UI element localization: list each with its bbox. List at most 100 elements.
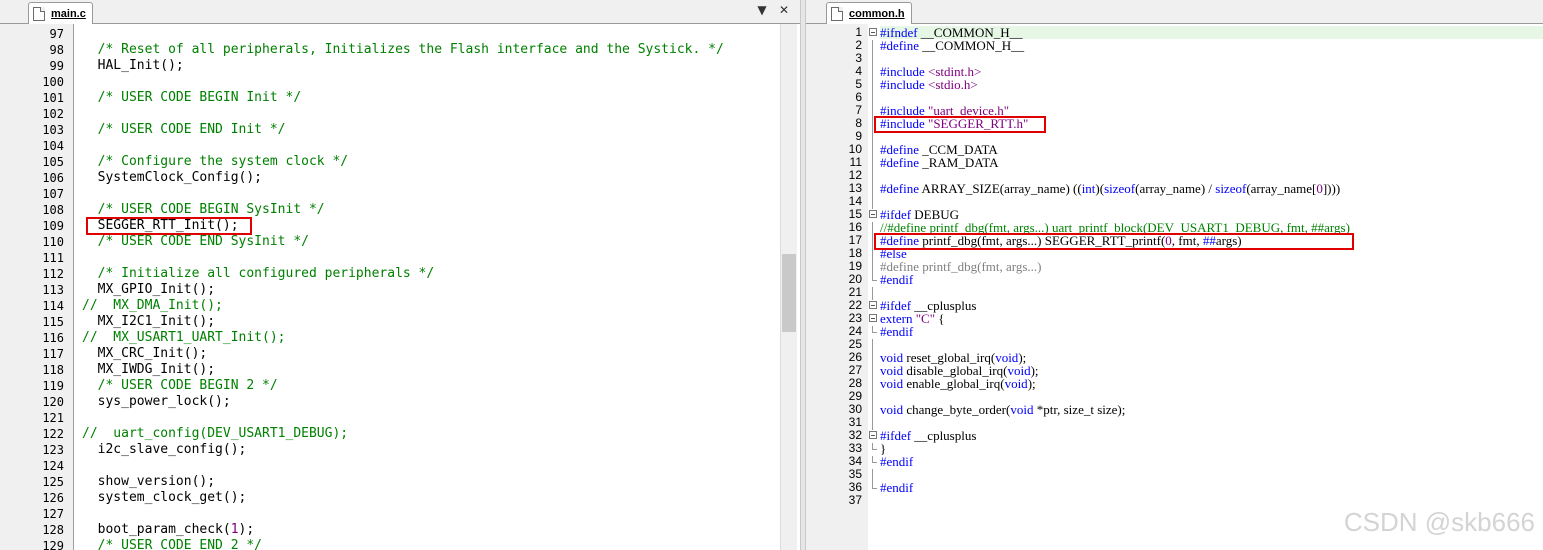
line-text: #define __COMMON_H__ (880, 39, 1024, 52)
line-number: 1 (855, 25, 862, 39)
code-line[interactable]: 122 // uart_config(DEV_USART1_DEBUG); (42, 426, 780, 442)
code-line[interactable]: 100 (42, 74, 780, 90)
code-line[interactable]: 112 /* Initialize all configured periphe… (42, 266, 780, 282)
code-line[interactable]: 113 MX_GPIO_Init(); (42, 282, 780, 298)
line-number: 129 (42, 539, 64, 550)
code-token: /* Configure the system clock */ (82, 154, 349, 169)
code-line[interactable]: 104 (42, 138, 780, 154)
code-line[interactable]: 119 /* USER CODE BEGIN 2 */ (42, 378, 780, 394)
code-token: /* USER CODE BEGIN Init */ (82, 90, 302, 105)
line-text (74, 506, 82, 522)
code-line[interactable]: 34 #endif (806, 454, 1543, 469)
fold-collapse-icon[interactable] (869, 430, 878, 441)
fold-end-icon (869, 482, 878, 493)
code-line[interactable]: 36 #endif (806, 481, 1543, 495)
code-area-main-c[interactable]: 97 98 /* Reset of all peripherals, Initia… (42, 26, 780, 550)
code-line[interactable]: 116 // MX_USART1_UART_Init(); (42, 330, 780, 346)
line-number: 100 (42, 75, 64, 89)
highlight-box-include-rtt (874, 116, 1046, 133)
tab-label: main.c (51, 7, 86, 20)
line-number: 105 (42, 155, 64, 169)
code-line[interactable]: 11 #define _RAM_DATA (806, 155, 1543, 170)
fold-guide (869, 391, 878, 404)
code-line[interactable]: 115 MX_I2C1_Init(); (42, 314, 780, 330)
code-line[interactable]: 124 (42, 458, 780, 474)
code-line[interactable]: 107 (42, 186, 780, 202)
code-line[interactable]: 24 #endif (806, 325, 1543, 339)
code-line[interactable]: 105 /* Configure the system clock */ (42, 154, 780, 170)
line-text: /* USER CODE END Init */ (74, 122, 286, 138)
vertical-scrollbar[interactable] (780, 24, 797, 550)
code-area-common-h[interactable]: 1 #ifndef __COMMON_H__ 2 #define __COMMON_H… (806, 26, 1543, 507)
code-line[interactable]: 128 boot_param_check(1); (42, 522, 780, 538)
highlight-box-define-printf (874, 233, 1354, 250)
code-token: HAL_Init(); (82, 58, 184, 73)
line-text: void enable_global_irq(void); (880, 377, 1036, 390)
tab-common-h[interactable]: common.h (826, 2, 912, 24)
code-line[interactable]: 114 // MX_DMA_Init(); (42, 298, 780, 314)
code-line[interactable]: 13 #define ARRAY_SIZE(array_name) ((int)(… (806, 181, 1543, 196)
code-token: sizeof (1215, 181, 1247, 196)
fold-collapse-icon[interactable] (869, 27, 878, 38)
code-line[interactable]: 102 (42, 106, 780, 122)
scrollbar-thumb[interactable] (782, 254, 796, 332)
code-line[interactable]: 99 HAL_Init(); (50, 58, 780, 74)
tab-label: common.h (849, 7, 905, 20)
code-line[interactable]: 32 #ifdef __cplusplus (806, 429, 1543, 443)
code-line[interactable]: 127 (42, 506, 780, 522)
close-icon[interactable]: ✕ (776, 3, 792, 17)
code-line[interactable]: 125 show_version(); (42, 474, 780, 490)
line-text: #include <stdio.h> (880, 78, 978, 91)
fold-end-mark (872, 456, 877, 463)
fold-guide (869, 222, 878, 235)
code-token: *ptr, size_t size); (1033, 402, 1126, 417)
file-icon (831, 6, 843, 21)
line-number: 6 (855, 90, 862, 104)
code-line[interactable]: 120 sys_power_lock(); (42, 394, 780, 410)
highlight-box-rtt-init (86, 217, 252, 235)
line-text: void change_byte_order(void *ptr, size_t… (880, 403, 1125, 416)
code-token: SystemClock_Config(); (82, 170, 263, 185)
code-line[interactable]: 111 (42, 250, 780, 266)
fold-collapse-icon[interactable] (869, 209, 878, 220)
fold-guide (869, 287, 878, 300)
code-line[interactable]: 108 /* USER CODE BEGIN SysInit */ (42, 202, 780, 218)
code-line[interactable]: 35 (806, 468, 1543, 482)
code-line[interactable]: 110 /* USER CODE END SysInit */ (42, 234, 780, 250)
code-line[interactable]: 103 /* USER CODE END Init */ (42, 122, 780, 138)
code-line[interactable]: 28 void enable_global_irq(void); (806, 377, 1543, 391)
fold-collapse-icon[interactable] (869, 300, 878, 311)
minus-box-icon (869, 431, 877, 439)
code-line[interactable]: 98 /* Reset of all peripherals, Initiali… (50, 42, 780, 58)
code-line[interactable]: 30 void change_byte_order(void *ptr, size… (806, 403, 1543, 417)
code-line[interactable]: 5 #include <stdio.h> (806, 78, 1543, 92)
code-token: #endif (880, 454, 914, 469)
code-token: #define (880, 155, 919, 170)
code-line[interactable]: 19 #define printf_dbg(fmt, args...) (806, 260, 1543, 274)
chevron-down-icon[interactable]: ▼ (754, 3, 770, 17)
line-text: boot_param_check(1); (74, 522, 255, 538)
code-line[interactable]: 20 #endif (806, 273, 1543, 287)
line-number: 101 (42, 91, 64, 105)
code-line[interactable]: 2 #define __COMMON_H__ (806, 39, 1543, 53)
code-line[interactable]: 117 MX_CRC_Init(); (42, 346, 780, 362)
fold-collapse-icon[interactable] (869, 313, 878, 324)
code-line[interactable]: 33} (806, 442, 1543, 456)
line-number: 99 (49, 59, 64, 73)
line-text: MX_I2C1_Init(); (74, 314, 215, 330)
code-line[interactable]: 101 /* USER CODE BEGIN Init */ (42, 90, 780, 106)
code-line[interactable]: 121 (42, 410, 780, 426)
line-number: 3 (855, 51, 862, 65)
line-number: 119 (42, 379, 64, 393)
code-line[interactable]: 23 extern "C" { (806, 312, 1543, 326)
code-line[interactable]: 118 MX_IWDG_Init(); (42, 362, 780, 378)
line-number: 109 (42, 219, 64, 233)
code-line[interactable]: 129 /* USER CODE END 2 */ (42, 538, 780, 550)
code-line[interactable]: 106 SystemClock_Config(); (42, 170, 780, 186)
code-line[interactable]: 37 (806, 494, 1543, 507)
line-number: 118 (42, 363, 64, 377)
code-line[interactable]: 126 system_clock_get(); (42, 490, 780, 506)
tab-main-c[interactable]: main.c (28, 2, 93, 24)
code-line[interactable]: 97 (50, 26, 780, 42)
code-line[interactable]: 123 i2c_slave_config(); (42, 442, 780, 458)
